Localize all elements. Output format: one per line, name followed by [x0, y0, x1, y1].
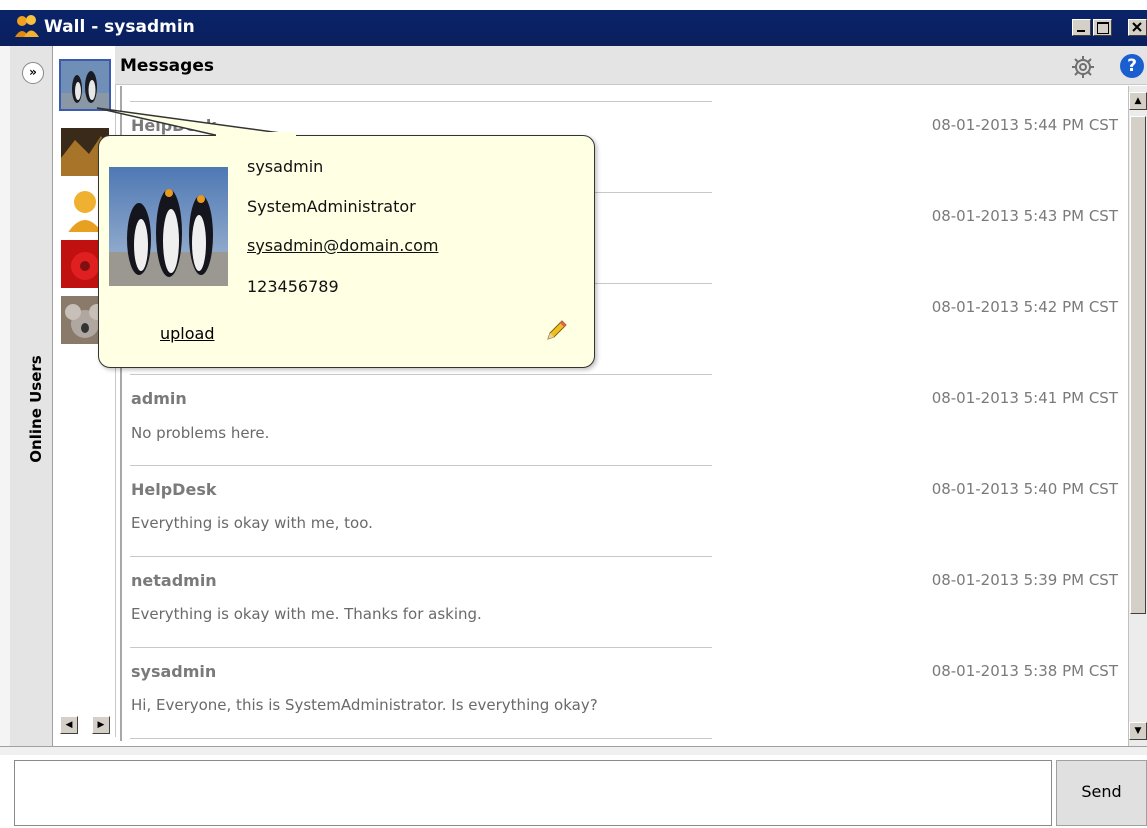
message-time: 08-01-2013 5:40 PM CST	[931, 480, 1118, 498]
message-author: admin	[131, 389, 187, 408]
message-author: HelpDesk	[131, 480, 217, 499]
scroll-right-button[interactable]: ▶	[92, 716, 110, 734]
close-icon	[1132, 22, 1142, 32]
profile-email-link[interactable]: sysadmin@domain.com	[247, 236, 438, 255]
expand-button[interactable]: »	[22, 62, 44, 84]
window-title: Wall - sysadmin	[44, 17, 195, 37]
minimize-button[interactable]	[1072, 19, 1091, 36]
message-time: 08-01-2013 5:44 PM CST	[931, 116, 1118, 134]
message-text: No problems here.	[131, 424, 270, 442]
gear-icon[interactable]	[1070, 54, 1096, 80]
profile-username: sysadmin	[247, 157, 324, 176]
maximize-button[interactable]	[1093, 19, 1112, 36]
send-button[interactable]: Send	[1056, 760, 1147, 826]
help-icon[interactable]: ?	[1120, 54, 1144, 78]
scroll-thumb[interactable]	[1130, 116, 1146, 614]
scroll-left-button[interactable]: ◀	[60, 716, 78, 734]
arrow-down-icon: ▼	[1134, 726, 1142, 736]
message-text: Hi, Everyone, this is SystemAdministrato…	[131, 696, 598, 714]
message-author: netadmin	[131, 571, 217, 590]
messages-header	[115, 46, 1147, 85]
penguin-photo-icon	[109, 167, 228, 286]
composer-divider	[0, 746, 1147, 755]
arrow-up-icon: ▲	[1134, 96, 1142, 106]
users-icon	[15, 15, 39, 37]
message-separator	[130, 101, 712, 102]
message-separator	[130, 647, 712, 648]
upload-link[interactable]: upload	[160, 324, 215, 343]
message-text: Everything is okay with me, too.	[131, 514, 373, 532]
online-users-label: Online Users	[27, 355, 45, 463]
message-separator	[130, 465, 712, 466]
profile-phone: 123456789	[247, 277, 339, 296]
arrow-left-icon: ◀	[65, 720, 73, 730]
maximize-icon	[1097, 22, 1109, 34]
minimize-icon	[1077, 30, 1085, 32]
scroll-up-button[interactable]: ▲	[1129, 92, 1147, 110]
message-time: 08-01-2013 5:43 PM CST	[931, 207, 1118, 225]
message-time: 08-01-2013 5:42 PM CST	[931, 298, 1118, 316]
message-time: 08-01-2013 5:39 PM CST	[931, 571, 1118, 589]
profile-photo	[109, 167, 228, 286]
message-separator	[130, 374, 712, 375]
arrow-right-icon: ▶	[97, 720, 105, 730]
messages-title: Messages	[120, 56, 214, 76]
profile-fullname: SystemAdministrator	[247, 197, 416, 216]
penguin-avatar-icon	[61, 61, 109, 109]
message-text: Everything is okay with me. Thanks for a…	[131, 605, 482, 623]
message-author: sysadmin	[131, 662, 217, 681]
message-separator	[130, 738, 712, 739]
close-button[interactable]	[1128, 19, 1147, 36]
pencil-icon[interactable]	[543, 318, 569, 344]
message-time: 08-01-2013 5:38 PM CST	[931, 662, 1118, 680]
popup-pointer-cover	[216, 132, 296, 138]
scroll-down-button[interactable]: ▼	[1129, 722, 1147, 740]
message-input[interactable]	[14, 760, 1052, 826]
message-time: 08-01-2013 5:41 PM CST	[931, 389, 1118, 407]
message-separator	[130, 556, 712, 557]
